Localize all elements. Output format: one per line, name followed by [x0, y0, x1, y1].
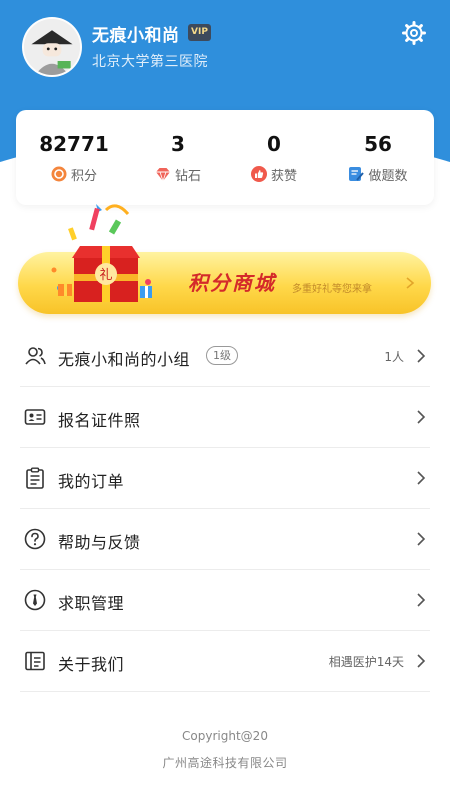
gift-box-icon: 礼	[51, 204, 152, 302]
stats-card: 82771 积分 3 钻石 0 获赞 56 做题数	[16, 110, 434, 205]
vip-badge: VIP	[188, 24, 211, 41]
about-icon	[25, 651, 45, 671]
menu-label-about: 关于我们	[58, 655, 125, 674]
menu-label-group: 无痕小和尚的小组	[58, 350, 191, 369]
points-label: 积分	[70, 168, 97, 184]
menu-item-jobs[interactable]: 求职管理	[20, 570, 430, 631]
group-icon	[25, 347, 46, 365]
menu-list: 无痕小和尚的小组 1级 1人 报名证件照 我的订单 帮助与反馈 求职管理 关于我…	[20, 326, 430, 692]
clipboard-icon	[26, 467, 44, 489]
thumbs-up-icon	[250, 166, 267, 182]
id-card-icon	[24, 409, 46, 425]
gear-icon[interactable]	[400, 19, 428, 47]
chevron-right-icon	[417, 471, 426, 485]
points-icon	[51, 166, 67, 182]
diamond-icon	[155, 168, 170, 182]
menu-label-id-photo: 报名证件照	[58, 411, 141, 430]
exercises-value: 56	[364, 132, 392, 156]
diamonds-value: 3	[171, 132, 185, 156]
help-icon	[24, 528, 46, 550]
svg-text:礼: 礼	[99, 267, 112, 283]
user-organization: 北京大学第三医院	[92, 54, 208, 70]
menu-label-orders: 我的订单	[58, 472, 125, 491]
copyright-text: Copyright@20	[182, 729, 268, 743]
diamonds-label: 钻石	[174, 168, 201, 184]
chevron-right-icon	[417, 349, 426, 363]
points-mall-subtitle: 多重好礼等您来拿	[292, 284, 372, 295]
menu-item-about[interactable]: 关于我们 相遇医护14天	[20, 631, 430, 692]
chevron-right-icon	[417, 593, 426, 607]
chevron-right-icon	[417, 532, 426, 546]
menu-item-help[interactable]: 帮助与反馈	[20, 509, 430, 570]
chevron-right-icon	[417, 410, 426, 424]
menu-item-group[interactable]: 无痕小和尚的小组 1级 1人	[20, 326, 430, 387]
stat-points[interactable]: 82771 积分	[22, 132, 126, 184]
menu-item-id-photo[interactable]: 报名证件照	[20, 387, 430, 448]
chevron-right-icon	[417, 654, 426, 668]
company-name: 广州高途科技有限公司	[162, 756, 288, 770]
stat-exercises[interactable]: 56 做题数	[326, 132, 430, 184]
avatar[interactable]	[22, 17, 82, 77]
points-mall-title: 积分商城	[188, 271, 276, 295]
user-name: 无痕小和尚	[92, 26, 180, 46]
stat-likes[interactable]: 0 获赞	[222, 132, 326, 184]
menu-label-help: 帮助与反馈	[58, 533, 141, 552]
avatar-monk-image	[24, 19, 80, 75]
stat-diamonds[interactable]: 3 钻石	[126, 132, 230, 184]
likes-label: 获赞	[270, 168, 297, 184]
banner-arrow-icon	[406, 277, 415, 289]
days-together-text: 相遇医护14天	[328, 655, 404, 669]
group-level-tag: 1级	[206, 346, 238, 365]
menu-item-orders[interactable]: 我的订单	[20, 448, 430, 509]
group-member-count: 1人	[384, 350, 404, 364]
menu-label-jobs: 求职管理	[58, 594, 125, 613]
exercises-label: 做题数	[368, 168, 408, 184]
points-value: 82771	[39, 132, 109, 156]
job-tie-icon	[24, 589, 46, 611]
exercise-icon	[349, 167, 365, 181]
likes-value: 0	[267, 132, 281, 156]
